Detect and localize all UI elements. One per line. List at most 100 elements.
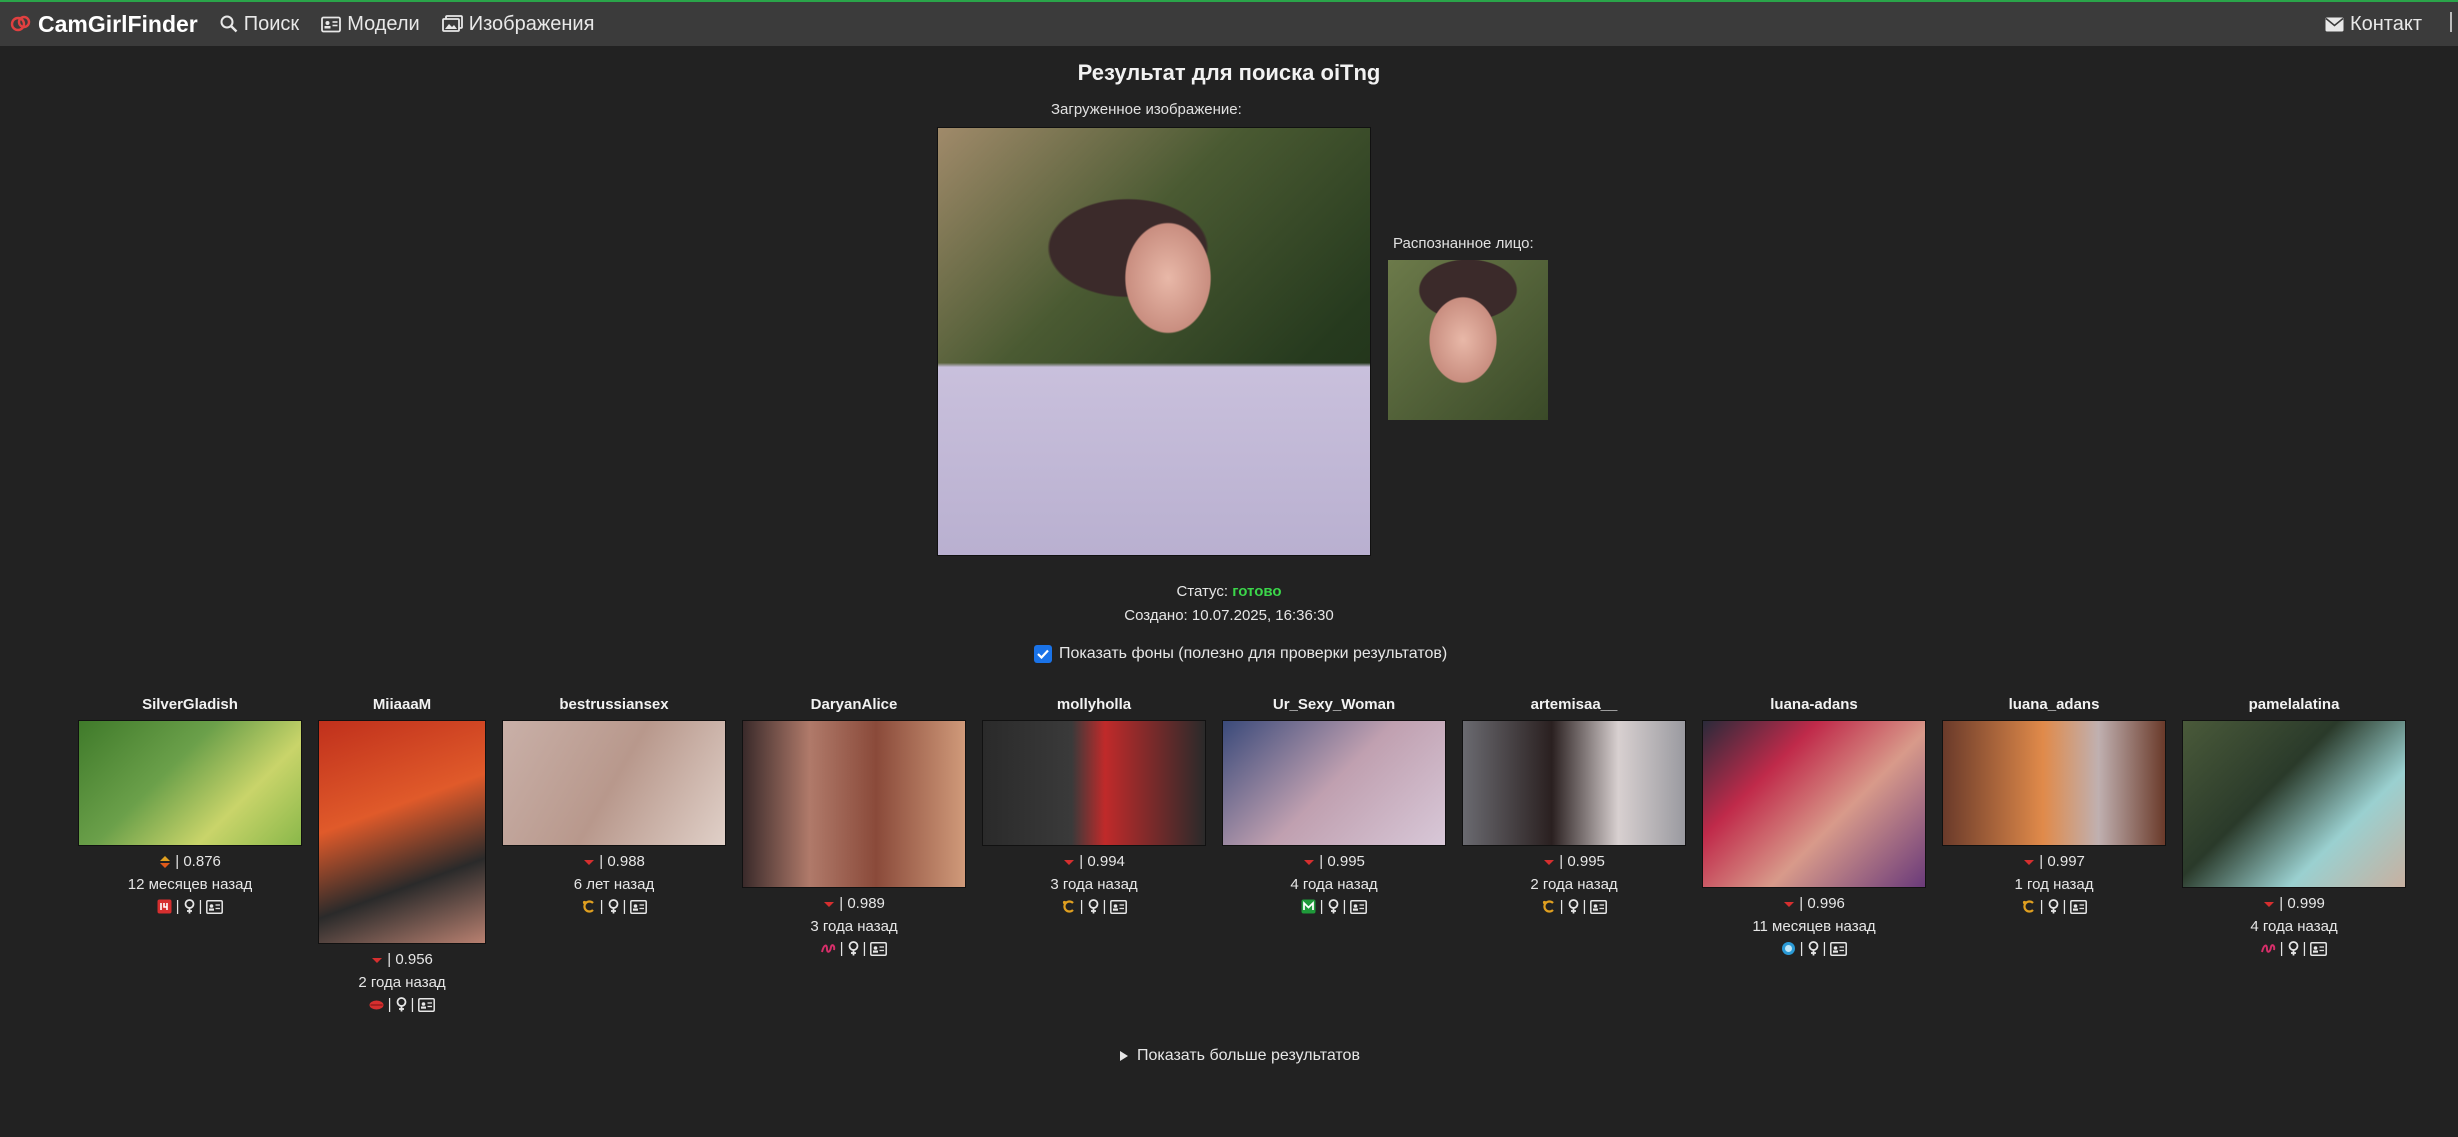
- nav-models[interactable]: Модели: [321, 13, 420, 36]
- result-score-value: | 0.994: [1075, 853, 1125, 870]
- brand-link[interactable]: CamGirlFinder: [10, 11, 198, 38]
- show-more-label: Показать больше результатов: [1137, 1047, 1360, 1064]
- result-thumbnail[interactable]: [502, 720, 726, 846]
- rank-down-icon: [1064, 859, 1075, 865]
- result-model-name[interactable]: SilverGladish: [58, 694, 322, 716]
- result-score: | 0.997: [1922, 853, 2186, 870]
- result-thumbnail[interactable]: [1462, 720, 1686, 846]
- status-badge: готово: [1232, 583, 1282, 600]
- profile-card-icon[interactable]: [1110, 899, 1128, 914]
- result-thumbnail[interactable]: [318, 720, 486, 944]
- nav-search[interactable]: Поиск: [220, 13, 299, 36]
- nav-images[interactable]: Изображения: [441, 12, 595, 36]
- envelope-icon: [2325, 17, 2344, 31]
- result-time: 2 года назад: [358, 974, 446, 991]
- red-lips-logo-icon[interactable]: [369, 997, 384, 1012]
- result-model-name[interactable]: pamelalatina: [2162, 694, 2426, 716]
- profile-card-icon[interactable]: [1350, 899, 1368, 914]
- result-time: 4 года назад: [2250, 918, 2338, 935]
- result-score-value: | 0.995: [1315, 853, 1365, 870]
- result-card[interactable]: luana_adans | 0.997 1 год назад | |: [1922, 694, 2186, 915]
- status-line: Статус: готово: [0, 583, 2458, 600]
- show-backgrounds-toggle[interactable]: Показать фоны (полезно для проверки резу…: [1034, 645, 1447, 663]
- result-model-name[interactable]: Ur_Sexy_Woman: [1202, 694, 1466, 716]
- images-icon: [441, 15, 463, 32]
- separator: |: [1342, 898, 1347, 915]
- green-m-logo-icon[interactable]: [1301, 899, 1316, 914]
- result-time: 3 года назад: [1050, 876, 1138, 893]
- profile-card-icon[interactable]: [1590, 899, 1608, 914]
- result-icons: | |: [2162, 940, 2426, 957]
- result-model-name[interactable]: luana_adans: [1922, 694, 2186, 716]
- female-gender-icon: [608, 899, 618, 914]
- result-score-value: | 0.876: [171, 853, 221, 870]
- result-card[interactable]: bestrussiansex | 0.988 6 лет назад | |: [482, 694, 746, 915]
- gold-c-logo-icon[interactable]: [1061, 899, 1076, 914]
- id-card-icon: [321, 16, 342, 32]
- result-thumbnail[interactable]: [1942, 720, 2166, 846]
- created-timestamp: Создано: 10.07.2025, 16:36:30: [1124, 607, 1334, 624]
- gold-c-logo-icon[interactable]: [1541, 899, 1556, 914]
- female-gender-icon: [848, 941, 858, 956]
- result-model-name[interactable]: bestrussiansex: [482, 694, 746, 716]
- show-more-button[interactable]: Показать больше результатов: [1120, 1047, 1360, 1065]
- checkmark-icon: [1037, 649, 1049, 659]
- status-label: Статус:: [1176, 583, 1229, 600]
- result-card[interactable]: MiiaaaM | 0.956 2 года назад | |: [298, 694, 506, 1013]
- result-score: | 0.994: [962, 853, 1226, 870]
- result-thumbnail[interactable]: [982, 720, 1206, 846]
- result-thumbnail[interactable]: [78, 720, 302, 846]
- blue-circle-logo-icon[interactable]: [1781, 941, 1796, 956]
- rank-down-icon: [1784, 901, 1795, 907]
- gold-c-logo-icon[interactable]: [2021, 899, 2036, 914]
- separator: |: [1079, 898, 1084, 915]
- separator: |: [2302, 940, 2307, 957]
- separator: |: [862, 940, 867, 957]
- profile-card-icon[interactable]: [630, 899, 648, 914]
- result-model-name[interactable]: MiiaaaM: [298, 694, 506, 716]
- result-score: | 0.876: [58, 853, 322, 870]
- pink-script-logo-icon[interactable]: [820, 941, 836, 956]
- profile-card-icon[interactable]: [2070, 899, 2088, 914]
- nav-search-label: Поиск: [243, 12, 300, 35]
- result-model-name[interactable]: luana-adans: [1682, 694, 1946, 716]
- result-card[interactable]: mollyholla | 0.994 3 года назад | |: [962, 694, 1226, 915]
- disclosure-triangle-icon: [1120, 1051, 1128, 1061]
- show-backgrounds-checkbox[interactable]: [1034, 645, 1052, 663]
- profile-card-icon[interactable]: [870, 941, 888, 956]
- rank-updown-icon: [160, 855, 171, 868]
- result-score: | 0.996: [1682, 895, 1946, 912]
- result-icons: | |: [1202, 898, 1466, 915]
- nav-contact[interactable]: Контакт: [2325, 13, 2422, 36]
- pink-script-logo-icon[interactable]: [2260, 941, 2276, 956]
- result-thumbnail[interactable]: [1222, 720, 1446, 846]
- result-model-name[interactable]: DaryanAlice: [722, 694, 986, 716]
- result-card[interactable]: SilverGladish | 0.876 12 месяцев назад | |: [58, 694, 322, 915]
- separator: |: [1822, 940, 1827, 957]
- gold-c-logo-icon[interactable]: [581, 899, 596, 914]
- result-model-name[interactable]: mollyholla: [962, 694, 1226, 716]
- recognized-face-image: [1388, 260, 1548, 420]
- result-card[interactable]: luana-adans | 0.996 11 месяцев назад | |: [1682, 694, 1946, 957]
- profile-card-icon[interactable]: [1830, 941, 1848, 956]
- separator: |: [1559, 898, 1564, 915]
- result-thumbnail[interactable]: [2182, 720, 2406, 888]
- profile-card-icon[interactable]: [2310, 941, 2328, 956]
- profile-card-icon[interactable]: [418, 997, 436, 1012]
- result-time: 3 года назад: [810, 918, 898, 935]
- result-card[interactable]: DaryanAlice | 0.989 3 года назад | |: [722, 694, 986, 957]
- result-model-name[interactable]: artemisaa__: [1442, 694, 1706, 716]
- result-card[interactable]: Ur_Sexy_Woman | 0.995 4 года назад | |: [1202, 694, 1466, 915]
- separator: |: [175, 898, 180, 915]
- result-card[interactable]: pamelalatina | 0.999 4 года назад | |: [2162, 694, 2426, 957]
- nav-images-label: Изображения: [468, 12, 595, 35]
- result-time: 1 год назад: [2014, 876, 2094, 893]
- rank-down-icon: [2264, 901, 2275, 907]
- result-score: | 0.956: [298, 951, 506, 968]
- result-card[interactable]: artemisaa__ | 0.995 2 года назад | |: [1442, 694, 1706, 915]
- result-thumbnail[interactable]: [1702, 720, 1926, 888]
- result-thumbnail[interactable]: [742, 720, 966, 888]
- red-square-logo-icon[interactable]: [157, 899, 172, 914]
- female-gender-icon: [1088, 899, 1098, 914]
- profile-card-icon[interactable]: [206, 899, 224, 914]
